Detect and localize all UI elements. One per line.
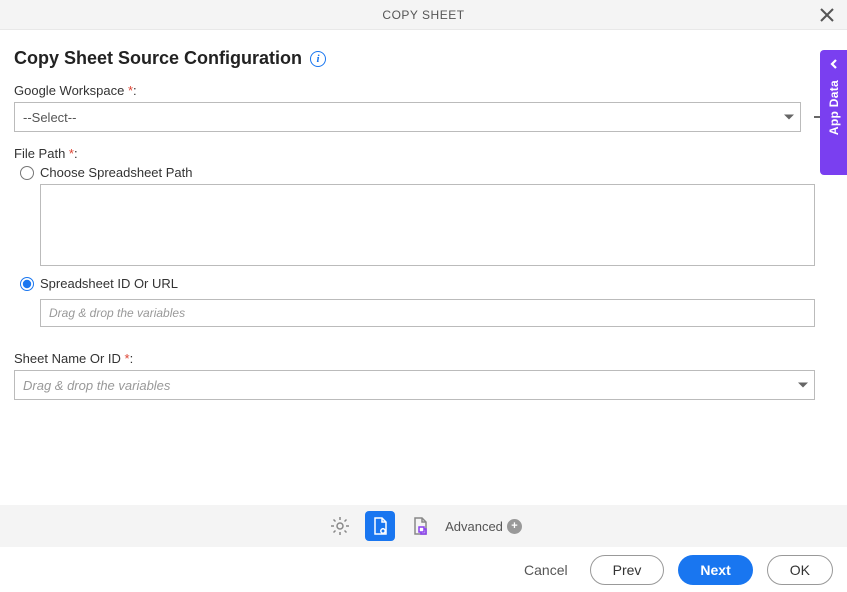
document-copy-tool[interactable] — [405, 511, 435, 541]
radio-id-url[interactable] — [20, 277, 34, 291]
workspace-field: Google Workspace *: --Select-- — [14, 83, 833, 132]
dialog-header: COPY SHEET — [0, 0, 847, 30]
sheetname-field: Sheet Name Or ID *: Drag & drop the vari… — [14, 351, 833, 400]
advanced-label-text: Advanced — [445, 519, 503, 534]
close-icon — [820, 8, 834, 22]
advanced-toggle[interactable]: Advanced + — [445, 519, 522, 534]
radio-id-url-row: Spreadsheet ID Or URL — [20, 276, 833, 291]
dialog-footer: Cancel Prev Next OK — [0, 547, 847, 592]
cancel-button[interactable]: Cancel — [516, 556, 576, 584]
radio-choose-path[interactable] — [20, 166, 34, 180]
workspace-select-row: --Select-- — [14, 102, 833, 132]
app-data-label: App Data — [827, 80, 841, 135]
gear-icon — [330, 516, 350, 536]
prev-button[interactable]: Prev — [590, 555, 665, 585]
ok-button[interactable]: OK — [767, 555, 833, 585]
spreadsheet-id-input[interactable] — [40, 299, 815, 327]
dialog-title: COPY SHEET — [382, 8, 464, 22]
document-config-tool[interactable] — [365, 511, 395, 541]
plus-circle-icon: + — [507, 519, 522, 534]
radio-id-url-label: Spreadsheet ID Or URL — [40, 276, 178, 291]
sheetname-select[interactable]: Drag & drop the variables — [14, 370, 815, 400]
radio-choose-path-label: Choose Spreadsheet Path — [40, 165, 193, 180]
sheetname-placeholder: Drag & drop the variables — [23, 378, 170, 393]
sheetname-label: Sheet Name Or ID *: — [14, 351, 833, 366]
page-title-row: Copy Sheet Source Configuration i — [14, 48, 833, 69]
document-gear-icon — [370, 516, 390, 536]
filepath-label: File Path *: — [14, 146, 833, 161]
chevron-left-icon — [828, 58, 840, 70]
radio-choose-path-row: Choose Spreadsheet Path — [20, 165, 833, 180]
chevron-down-icon — [798, 383, 808, 388]
filepath-field: File Path *: Choose Spreadsheet Path Spr… — [14, 146, 833, 337]
close-button[interactable] — [817, 5, 837, 25]
settings-tool[interactable] — [325, 511, 355, 541]
main-content: Copy Sheet Source Configuration i Google… — [0, 30, 847, 400]
workspace-select[interactable]: --Select-- — [14, 102, 801, 132]
document-copy-icon — [410, 516, 430, 536]
next-button[interactable]: Next — [678, 555, 752, 585]
info-icon[interactable]: i — [310, 51, 326, 67]
workspace-label: Google Workspace *: — [14, 83, 833, 98]
bottom-toolbar: Advanced + — [0, 505, 847, 547]
chevron-down-icon — [784, 115, 794, 120]
workspace-select-value: --Select-- — [23, 110, 76, 125]
page-title: Copy Sheet Source Configuration — [14, 48, 302, 69]
spreadsheet-path-box[interactable] — [40, 184, 815, 266]
app-data-panel-toggle[interactable]: App Data — [820, 50, 847, 175]
